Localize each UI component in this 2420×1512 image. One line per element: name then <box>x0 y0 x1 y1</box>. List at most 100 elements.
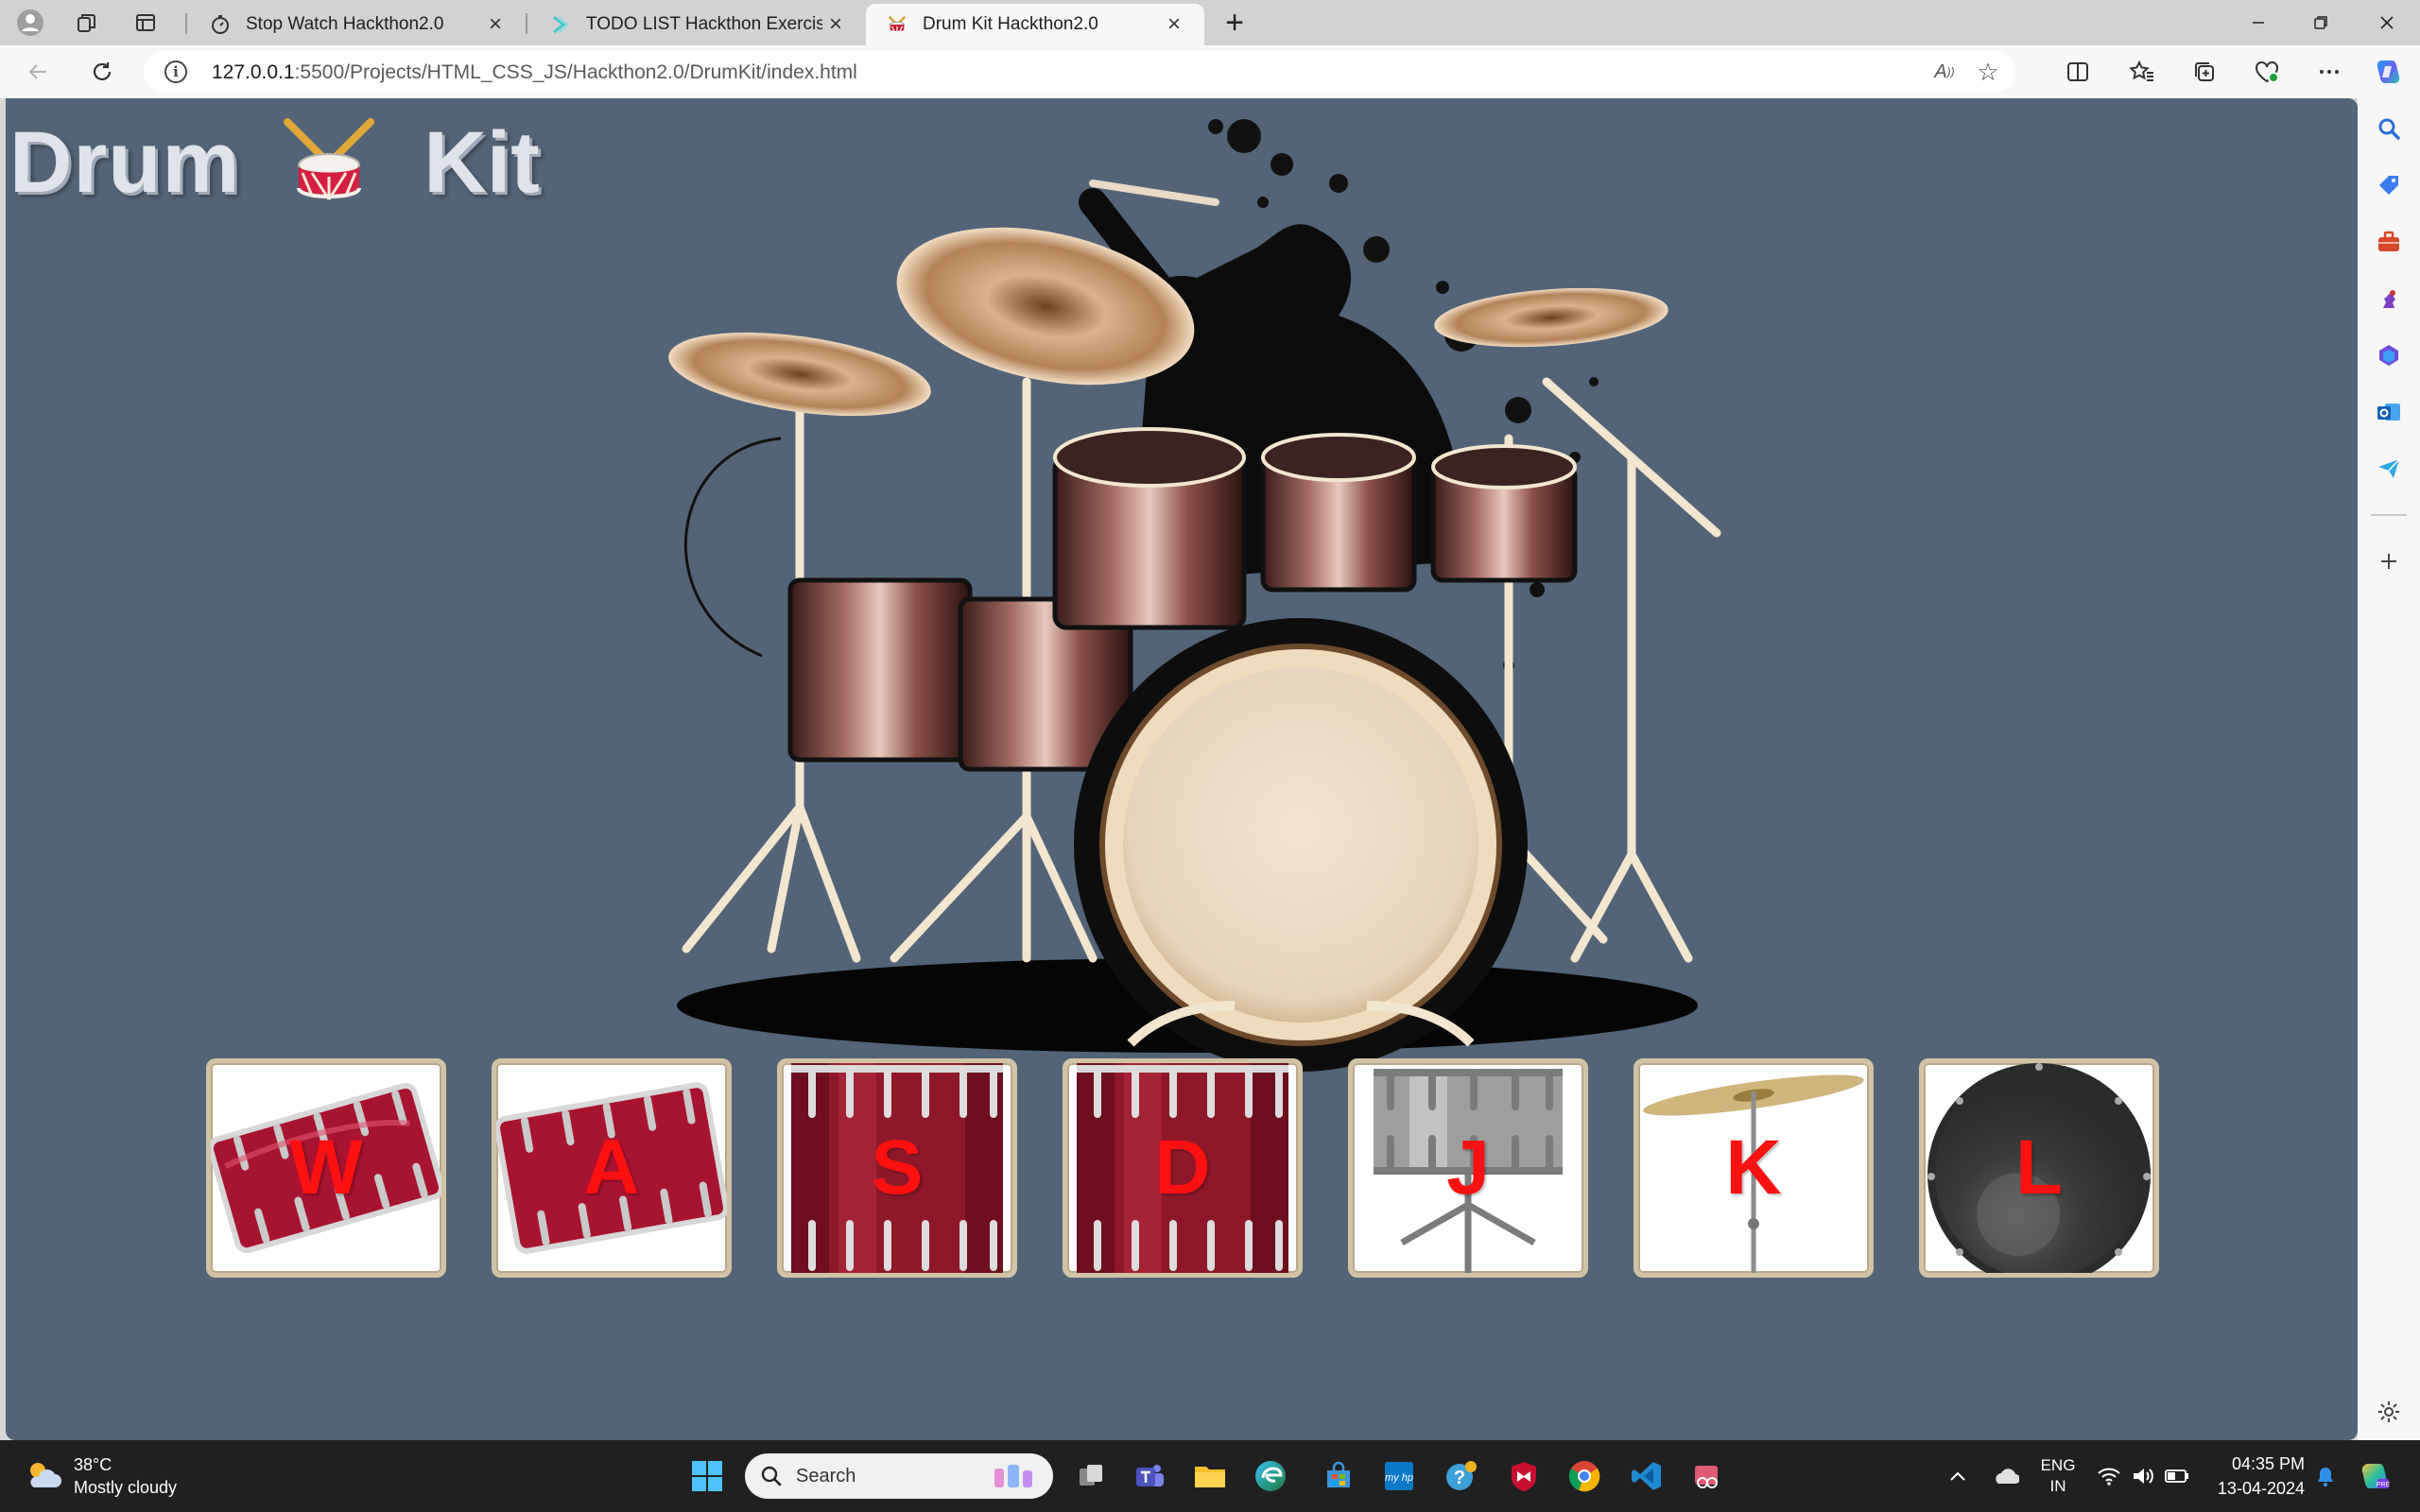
vertical-tabs-icon[interactable] <box>130 8 161 38</box>
shopping-tag-icon[interactable] <box>2374 170 2404 200</box>
drum-pads: W A S D J K L <box>206 1058 2163 1278</box>
tab-separator <box>526 13 527 34</box>
copilot-icon[interactable] <box>2371 55 2405 89</box>
address-bar[interactable]: i 127.0.0.1:5500/Projects/HTML_CSS_JS/Ha… <box>144 51 2015 93</box>
page-title: Drum Kit <box>9 113 540 213</box>
tab-drum-kit[interactable]: Drum Kit Hackthon2.0 × <box>866 4 1204 45</box>
drum-key-label: W <box>289 1125 363 1211</box>
read-aloud-icon[interactable]: A)) <box>1930 59 1959 85</box>
lang-top: ENG <box>2040 1456 2076 1474</box>
file-explorer-icon[interactable] <box>1187 1453 1233 1499</box>
drop-send-icon[interactable] <box>2374 454 2404 484</box>
drum-pad-j[interactable]: J <box>1348 1058 1588 1278</box>
vscode-icon[interactable] <box>1624 1453 1669 1499</box>
url-path: :5500/Projects/HTML_CSS_JS/Hackthon2.0/D… <box>294 61 857 83</box>
chrome-icon[interactable] <box>1562 1453 1607 1499</box>
svg-text:?: ? <box>1454 1468 1465 1488</box>
mcafee-icon[interactable] <box>1501 1453 1547 1499</box>
taskbar-search[interactable]: Search <box>745 1453 1053 1499</box>
microsoft-store-icon[interactable] <box>1316 1453 1361 1499</box>
myhp-icon[interactable]: my hp <box>1376 1453 1422 1499</box>
show-hidden-icons[interactable] <box>1942 1440 1974 1512</box>
copilot-taskbar-icon[interactable]: PRE <box>2354 1440 2395 1512</box>
drum-pad-l[interactable]: L <box>1919 1058 2159 1278</box>
tab-stopwatch[interactable]: Stop Watch Hackthon2.0 × <box>189 4 526 45</box>
drum-key-label: J <box>1446 1125 1490 1211</box>
tools-briefcase-icon[interactable] <box>2374 227 2404 257</box>
url-text[interactable]: 127.0.0.1:5500/Projects/HTML_CSS_JS/Hack… <box>212 61 857 84</box>
collections-icon[interactable] <box>2187 55 2221 89</box>
tab-todo-list[interactable]: TODO LIST Hackthon Exercise × <box>529 4 866 45</box>
minimize-button[interactable] <box>2227 0 2290 45</box>
windows-taskbar: 38°C Mostly cloudy Search my hp ? ENG IN… <box>0 1440 2420 1512</box>
clock[interactable]: 04:35 PM 13-04-2024 <box>2201 1452 2305 1501</box>
close-tab-icon[interactable]: × <box>822 11 849 38</box>
svg-text:PRE: PRE <box>2377 1482 2391 1488</box>
search-highlight-icon <box>994 1465 1032 1487</box>
url-host: 127.0.0.1 <box>212 61 295 83</box>
svg-text:my hp: my hp <box>1385 1472 1413 1484</box>
drum-key-label: S <box>871 1125 924 1211</box>
tab-title: Stop Watch Hackthon2.0 <box>246 14 444 34</box>
favorites-icon[interactable] <box>2125 55 2159 89</box>
close-tab-icon[interactable]: × <box>1161 11 1187 38</box>
stopwatch-icon <box>210 14 231 35</box>
weather-condition: Mostly cloudy <box>74 1478 178 1497</box>
profile-icon[interactable] <box>15 8 45 38</box>
edge-browser-icon[interactable] <box>1248 1453 1293 1499</box>
workspaces-icon[interactable] <box>72 8 102 38</box>
close-window-button[interactable] <box>2356 0 2418 45</box>
drum-pad-w[interactable]: W <box>206 1058 446 1278</box>
sidebar-settings-icon[interactable] <box>2374 1397 2404 1427</box>
split-screen-icon[interactable] <box>2061 55 2095 89</box>
title-word-kit: Kit <box>424 114 540 211</box>
battery-icon[interactable] <box>2161 1440 2193 1512</box>
browser-toolbar: i 127.0.0.1:5500/Projects/HTML_CSS_JS/Ha… <box>0 45 2420 98</box>
language-indicator[interactable]: ENG IN <box>2038 1440 2078 1512</box>
refresh-icon[interactable] <box>85 55 119 89</box>
microsoft-365-icon[interactable] <box>2374 340 2404 370</box>
favorite-star-icon[interactable]: ☆ <box>1974 58 2002 86</box>
browser-essentials-icon[interactable] <box>2250 55 2284 89</box>
snipping-tool-icon[interactable] <box>1685 1453 1730 1499</box>
tab-title: Drum Kit Hackthon2.0 <box>923 14 1098 34</box>
drum-pad-d[interactable]: D <box>1063 1058 1303 1278</box>
drum-key-label: L <box>2014 1125 2064 1211</box>
task-view-icon[interactable] <box>1068 1453 1114 1499</box>
teams-icon[interactable] <box>1127 1453 1172 1499</box>
weather-widget[interactable]: 38°C Mostly cloudy <box>25 1453 177 1499</box>
help-icon[interactable]: ? <box>1439 1453 1484 1499</box>
site-info-icon[interactable]: i <box>164 60 187 83</box>
clock-time: 04:35 PM <box>2231 1454 2305 1473</box>
title-word-drum: Drum <box>9 114 241 211</box>
drum-key-label: K <box>1725 1125 1782 1211</box>
drum-pad-s[interactable]: S <box>777 1058 1017 1278</box>
tab-strip: Stop Watch Hackthon2.0 × TODO LIST Hackt… <box>0 0 2420 45</box>
lang-bottom: IN <box>2049 1477 2066 1495</box>
games-chess-icon[interactable] <box>2374 284 2404 314</box>
search-placeholder: Search <box>796 1465 856 1486</box>
drum-key-label: D <box>1154 1125 1211 1211</box>
drum-key-label: A <box>583 1125 640 1211</box>
outlook-icon[interactable] <box>2374 397 2404 427</box>
new-tab-button[interactable]: + <box>1218 5 1252 41</box>
add-sidebar-app-icon[interactable] <box>2374 546 2404 576</box>
restore-button[interactable] <box>2290 0 2352 45</box>
edge-sidebar <box>2358 98 2420 1440</box>
volume-icon[interactable] <box>2127 1440 2159 1512</box>
start-windows-icon[interactable] <box>684 1453 730 1499</box>
notifications-bell-icon[interactable] <box>2308 1440 2342 1512</box>
wifi-icon[interactable] <box>2091 1440 2127 1512</box>
drum-logo-icon <box>284 117 375 200</box>
drum-pad-k[interactable]: K <box>1634 1058 1874 1278</box>
onedrive-cloud-icon[interactable] <box>1987 1440 2025 1512</box>
tab-separator <box>185 13 187 34</box>
back-icon[interactable] <box>21 55 55 89</box>
page-viewport: Drum Kit W A S D J K L <box>6 98 2358 1440</box>
drum-pad-a[interactable]: A <box>492 1058 732 1278</box>
search-icon[interactable] <box>2374 113 2404 144</box>
cloud-sun-icon <box>30 1463 61 1487</box>
close-tab-icon[interactable]: × <box>482 11 509 38</box>
settings-more-icon[interactable] <box>2312 55 2346 89</box>
drum-icon <box>887 14 908 35</box>
